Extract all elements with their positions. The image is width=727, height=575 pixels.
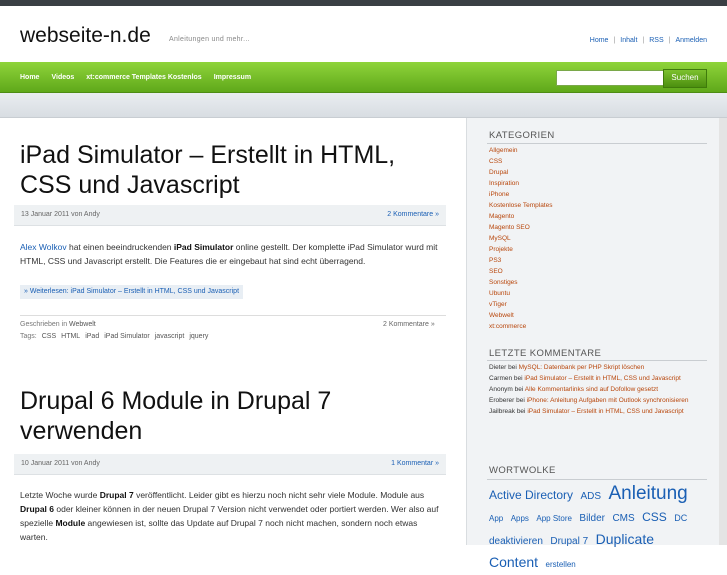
read-more-link[interactable]: » Weiterlesen: iPad Simulator – Erstellt… [20,285,244,299]
toplink-home[interactable]: Home [590,37,609,44]
nav-item-videos[interactable]: Videos [45,74,80,81]
tag-cloud-item[interactable]: deaktivieren [489,536,543,547]
post-comments-link[interactable]: 2 Kommentare » [387,211,439,218]
nav-item-impressum[interactable]: Impressum [208,74,257,81]
recent-comments-list: Dieter bei MySQL: Datenbank per PHP Skri… [489,362,699,417]
tag-link[interactable]: iPad Simulator [104,333,150,340]
category-item[interactable]: Sonstiges [489,279,518,286]
post-date: 13 Januar 2011 von Andy [21,211,100,218]
post-tags: Tags: CSS HTML iPad iPad Simulator javas… [20,333,209,340]
post-excerpt: Alex Wolkov hat einen beeindruckenden iP… [20,242,438,266]
toplink-rss[interactable]: RSS [649,37,663,44]
category-item[interactable]: iPhone [489,191,509,198]
divider [487,360,707,361]
author-link[interactable]: Alex Wolkov [20,242,67,252]
comment-item: Anonym bei Alle Kommentarlinks sind auf … [489,386,659,393]
divider [487,143,707,144]
categories-heading: KATEGORIEN [489,130,555,141]
post-title[interactable]: iPad Simulator – Erstellt in HTML, CSS u… [20,140,440,200]
category-item[interactable]: Allgemein [489,147,518,154]
tag-cloud-item[interactable]: Drupal 7 [550,536,588,547]
category-item[interactable]: Projekte [489,246,513,253]
tag-link[interactable]: CSS [42,333,56,340]
post-category: Geschrieben in Webwelt [20,321,96,328]
nav-item-home[interactable]: Home [14,74,45,81]
post-comments-link[interactable]: 1 Kommentar » [391,460,439,467]
tag-link[interactable]: jquery [189,333,208,340]
tag-cloud-item[interactable]: Apps [511,514,529,523]
comment-item: Jailbreak bei iPad Simulator – Erstellt … [489,408,684,415]
category-item[interactable]: Magento SEO [489,224,530,231]
category-item[interactable]: SEO [489,268,503,275]
post-date: 10 Januar 2011 von Andy [21,460,100,467]
recent-comments-heading: LETZTE KOMMENTARE [489,348,602,359]
tag-cloud-item[interactable]: CSS [642,510,667,524]
tag-cloud-item[interactable]: Active Directory [489,488,573,502]
search-input[interactable] [556,70,664,86]
post-excerpt: Letzte Woche wurde Drupal 7 veröffentlic… [20,490,439,542]
tag-cloud-item[interactable]: CMS [612,513,634,524]
tag-cloud-item[interactable]: Bilder [579,513,605,524]
top-links: Home | Inhalt | RSS | Anmelden [589,37,707,44]
post-meta-bar: 13 Januar 2011 von Andy 2 Kommentare » [14,205,446,226]
comment-post-link[interactable]: iPad Simulator – Erstellt in HTML, CSS u… [527,408,683,415]
category-item[interactable]: vTiger [489,301,507,308]
tag-cloud-item[interactable]: ADS [580,491,601,502]
tag-cloud-item[interactable]: erstellen [546,560,576,569]
tag-cloud-item[interactable]: Anleitung [609,483,688,504]
comment-item: Eroberer bei iPhone: Anleitung Aufgaben … [489,397,689,404]
category-item[interactable]: Ubuntu [489,290,510,297]
tag-link[interactable]: javascript [155,333,185,340]
category-item[interactable]: Magento [489,213,514,220]
site-logo[interactable]: webseite-n.de [20,24,151,48]
category-item[interactable]: Webwelt [489,312,514,319]
comment-post-link[interactable]: Alle Kommentarlinks sind auf Dofollow ge… [525,386,658,393]
post-meta-bar: 10 Januar 2011 von Andy 1 Kommentar » [14,454,446,475]
category-item[interactable]: PS3 [489,257,501,264]
comment-post-link[interactable]: MySQL: Datenbank per PHP Skript löschen [519,364,645,371]
tag-cloud-item[interactable]: App [489,514,503,523]
post-title[interactable]: Drupal 6 Module in Drupal 7 verwenden [20,386,440,446]
scrollbar[interactable] [719,118,727,545]
category-item[interactable]: Drupal [489,169,508,176]
tag-cloud-item[interactable]: DC [674,513,687,523]
tag-link[interactable]: iPad [85,333,99,340]
nav-item-xtcommerce-templates[interactable]: xt:commerce Templates Kostenlos [80,74,207,81]
category-list: Allgemein CSS Drupal Inspiration iPhone … [489,145,552,332]
category-item[interactable]: Kostenlose Templates [489,202,552,209]
divider [20,315,446,316]
toplink-inhalt[interactable]: Inhalt [620,37,637,44]
category-link[interactable]: Webwelt [69,321,96,328]
category-item[interactable]: MySQL [489,235,511,242]
comment-post-link[interactable]: iPad Simulator – Erstellt in HTML, CSS u… [524,375,680,382]
toplink-anmelden[interactable]: Anmelden [675,37,707,44]
tag-link[interactable]: HTML [61,333,80,340]
site-tagline: Anleitungen und mehr... [169,36,250,43]
comment-post-link[interactable]: iPhone: Anleitung Aufgaben mit Outlook s… [527,397,689,404]
tagcloud-heading: WORTWOLKE [489,465,556,476]
category-item[interactable]: CSS [489,158,502,165]
category-item[interactable]: xt:commerce [489,323,526,330]
search-button[interactable]: Suchen [663,69,707,88]
category-item[interactable]: Inspiration [489,180,519,187]
divider [487,479,707,480]
comment-item: Carmen bei iPad Simulator – Erstellt in … [489,375,681,382]
tag-cloud-item[interactable]: App Store [536,514,572,523]
sub-bar [0,93,727,118]
comment-item: Dieter bei MySQL: Datenbank per PHP Skri… [489,364,645,371]
tag-cloud: Active Directory ADS Anleitung App Apps … [489,484,704,575]
